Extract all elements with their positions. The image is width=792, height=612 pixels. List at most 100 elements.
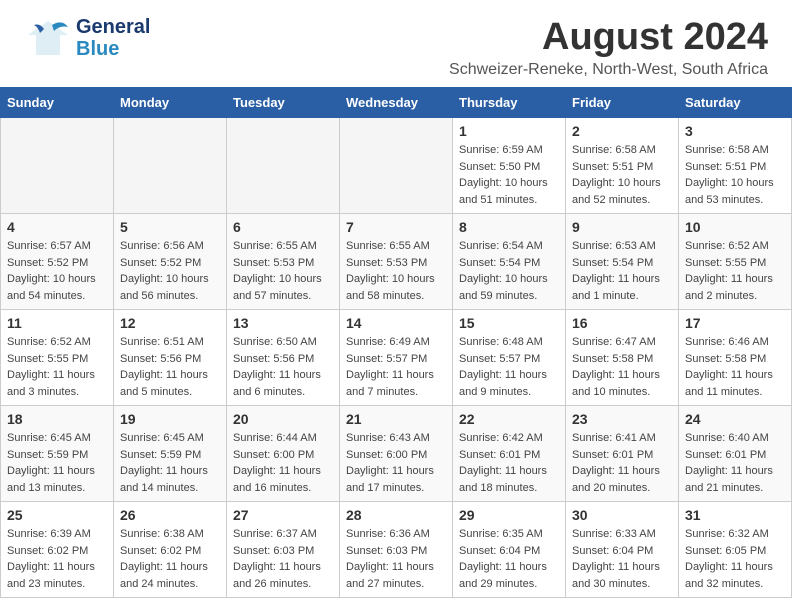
day-number: 24 [685,411,785,427]
day-info: Sunrise: 6:39 AMSunset: 6:02 PMDaylight:… [7,528,95,590]
day-info: Sunrise: 6:54 AMSunset: 5:54 PMDaylight:… [459,240,548,302]
header: General Blue August 2024 Schweizer-Renek… [0,0,792,87]
day-number: 10 [685,219,785,235]
calendar-day-cell [114,118,227,214]
calendar-day-cell: 31 Sunrise: 6:32 AMSunset: 6:05 PMDaylig… [679,502,792,598]
calendar-day-cell: 23 Sunrise: 6:41 AMSunset: 6:01 PMDaylig… [566,406,679,502]
day-info: Sunrise: 6:56 AMSunset: 5:52 PMDaylight:… [120,240,209,302]
col-thursday: Thursday [453,88,566,118]
day-number: 13 [233,315,333,331]
day-info: Sunrise: 6:51 AMSunset: 5:56 PMDaylight:… [120,336,208,398]
calendar-week-row: 25 Sunrise: 6:39 AMSunset: 6:02 PMDaylig… [1,502,792,598]
logo-bird-icon [24,17,72,59]
day-number: 22 [459,411,559,427]
day-number: 29 [459,507,559,523]
calendar-day-cell: 27 Sunrise: 6:37 AMSunset: 6:03 PMDaylig… [227,502,340,598]
day-info: Sunrise: 6:49 AMSunset: 5:57 PMDaylight:… [346,336,434,398]
col-tuesday: Tuesday [227,88,340,118]
day-info: Sunrise: 6:59 AMSunset: 5:50 PMDaylight:… [459,144,548,206]
calendar-week-row: 18 Sunrise: 6:45 AMSunset: 5:59 PMDaylig… [1,406,792,502]
calendar-week-row: 4 Sunrise: 6:57 AMSunset: 5:52 PMDayligh… [1,214,792,310]
calendar-week-row: 11 Sunrise: 6:52 AMSunset: 5:55 PMDaylig… [1,310,792,406]
day-info: Sunrise: 6:37 AMSunset: 6:03 PMDaylight:… [233,528,321,590]
col-wednesday: Wednesday [340,88,453,118]
day-number: 7 [346,219,446,235]
calendar-day-cell: 10 Sunrise: 6:52 AMSunset: 5:55 PMDaylig… [679,214,792,310]
calendar-day-cell: 16 Sunrise: 6:47 AMSunset: 5:58 PMDaylig… [566,310,679,406]
day-info: Sunrise: 6:52 AMSunset: 5:55 PMDaylight:… [7,336,95,398]
sub-title: Schweizer-Reneke, North-West, South Afri… [449,61,768,79]
calendar-day-cell: 18 Sunrise: 6:45 AMSunset: 5:59 PMDaylig… [1,406,114,502]
calendar-day-cell: 12 Sunrise: 6:51 AMSunset: 5:56 PMDaylig… [114,310,227,406]
day-info: Sunrise: 6:45 AMSunset: 5:59 PMDaylight:… [120,432,208,494]
day-info: Sunrise: 6:58 AMSunset: 5:51 PMDaylight:… [572,144,661,206]
day-number: 31 [685,507,785,523]
day-number: 5 [120,219,220,235]
title-area: August 2024 Schweizer-Reneke, North-West… [449,16,768,79]
calendar-day-cell: 15 Sunrise: 6:48 AMSunset: 5:57 PMDaylig… [453,310,566,406]
day-info: Sunrise: 6:53 AMSunset: 5:54 PMDaylight:… [572,240,660,302]
day-number: 16 [572,315,672,331]
day-info: Sunrise: 6:41 AMSunset: 6:01 PMDaylight:… [572,432,660,494]
day-number: 19 [120,411,220,427]
day-number: 12 [120,315,220,331]
day-info: Sunrise: 6:57 AMSunset: 5:52 PMDaylight:… [7,240,96,302]
calendar-day-cell: 19 Sunrise: 6:45 AMSunset: 5:59 PMDaylig… [114,406,227,502]
calendar-day-cell: 22 Sunrise: 6:42 AMSunset: 6:01 PMDaylig… [453,406,566,502]
logo: General Blue [24,16,150,60]
col-sunday: Sunday [1,88,114,118]
day-info: Sunrise: 6:47 AMSunset: 5:58 PMDaylight:… [572,336,660,398]
day-number: 1 [459,123,559,139]
day-info: Sunrise: 6:38 AMSunset: 6:02 PMDaylight:… [120,528,208,590]
calendar-day-cell: 4 Sunrise: 6:57 AMSunset: 5:52 PMDayligh… [1,214,114,310]
calendar-day-cell: 5 Sunrise: 6:56 AMSunset: 5:52 PMDayligh… [114,214,227,310]
day-number: 27 [233,507,333,523]
day-number: 21 [346,411,446,427]
calendar-day-cell: 14 Sunrise: 6:49 AMSunset: 5:57 PMDaylig… [340,310,453,406]
day-info: Sunrise: 6:35 AMSunset: 6:04 PMDaylight:… [459,528,547,590]
day-number: 14 [346,315,446,331]
calendar-day-cell: 21 Sunrise: 6:43 AMSunset: 6:00 PMDaylig… [340,406,453,502]
day-number: 8 [459,219,559,235]
day-info: Sunrise: 6:42 AMSunset: 6:01 PMDaylight:… [459,432,547,494]
calendar-day-cell: 17 Sunrise: 6:46 AMSunset: 5:58 PMDaylig… [679,310,792,406]
main-title: August 2024 [449,16,768,59]
calendar-day-cell: 25 Sunrise: 6:39 AMSunset: 6:02 PMDaylig… [1,502,114,598]
calendar-day-cell: 3 Sunrise: 6:58 AMSunset: 5:51 PMDayligh… [679,118,792,214]
calendar-day-cell: 2 Sunrise: 6:58 AMSunset: 5:51 PMDayligh… [566,118,679,214]
page-wrapper: General Blue August 2024 Schweizer-Renek… [0,0,792,598]
day-number: 15 [459,315,559,331]
day-info: Sunrise: 6:52 AMSunset: 5:55 PMDaylight:… [685,240,773,302]
calendar-day-cell: 28 Sunrise: 6:36 AMSunset: 6:03 PMDaylig… [340,502,453,598]
day-number: 4 [7,219,107,235]
calendar-day-cell: 26 Sunrise: 6:38 AMSunset: 6:02 PMDaylig… [114,502,227,598]
day-info: Sunrise: 6:43 AMSunset: 6:00 PMDaylight:… [346,432,434,494]
calendar-header-row: Sunday Monday Tuesday Wednesday Thursday… [1,88,792,118]
day-info: Sunrise: 6:45 AMSunset: 5:59 PMDaylight:… [7,432,95,494]
day-number: 3 [685,123,785,139]
day-info: Sunrise: 6:33 AMSunset: 6:04 PMDaylight:… [572,528,660,590]
day-info: Sunrise: 6:55 AMSunset: 5:53 PMDaylight:… [233,240,322,302]
day-number: 25 [7,507,107,523]
col-saturday: Saturday [679,88,792,118]
calendar-day-cell: 30 Sunrise: 6:33 AMSunset: 6:04 PMDaylig… [566,502,679,598]
calendar-day-cell [1,118,114,214]
calendar-day-cell: 7 Sunrise: 6:55 AMSunset: 5:53 PMDayligh… [340,214,453,310]
calendar-day-cell [340,118,453,214]
day-info: Sunrise: 6:36 AMSunset: 6:03 PMDaylight:… [346,528,434,590]
calendar-day-cell: 29 Sunrise: 6:35 AMSunset: 6:04 PMDaylig… [453,502,566,598]
col-monday: Monday [114,88,227,118]
day-number: 9 [572,219,672,235]
logo-blue-text: Blue [76,38,150,60]
day-info: Sunrise: 6:58 AMSunset: 5:51 PMDaylight:… [685,144,774,206]
calendar-week-row: 1 Sunrise: 6:59 AMSunset: 5:50 PMDayligh… [1,118,792,214]
day-number: 28 [346,507,446,523]
day-number: 18 [7,411,107,427]
col-friday: Friday [566,88,679,118]
calendar-day-cell: 6 Sunrise: 6:55 AMSunset: 5:53 PMDayligh… [227,214,340,310]
day-number: 2 [572,123,672,139]
day-info: Sunrise: 6:48 AMSunset: 5:57 PMDaylight:… [459,336,547,398]
calendar-table: Sunday Monday Tuesday Wednesday Thursday… [0,87,792,598]
calendar-day-cell: 1 Sunrise: 6:59 AMSunset: 5:50 PMDayligh… [453,118,566,214]
day-number: 17 [685,315,785,331]
